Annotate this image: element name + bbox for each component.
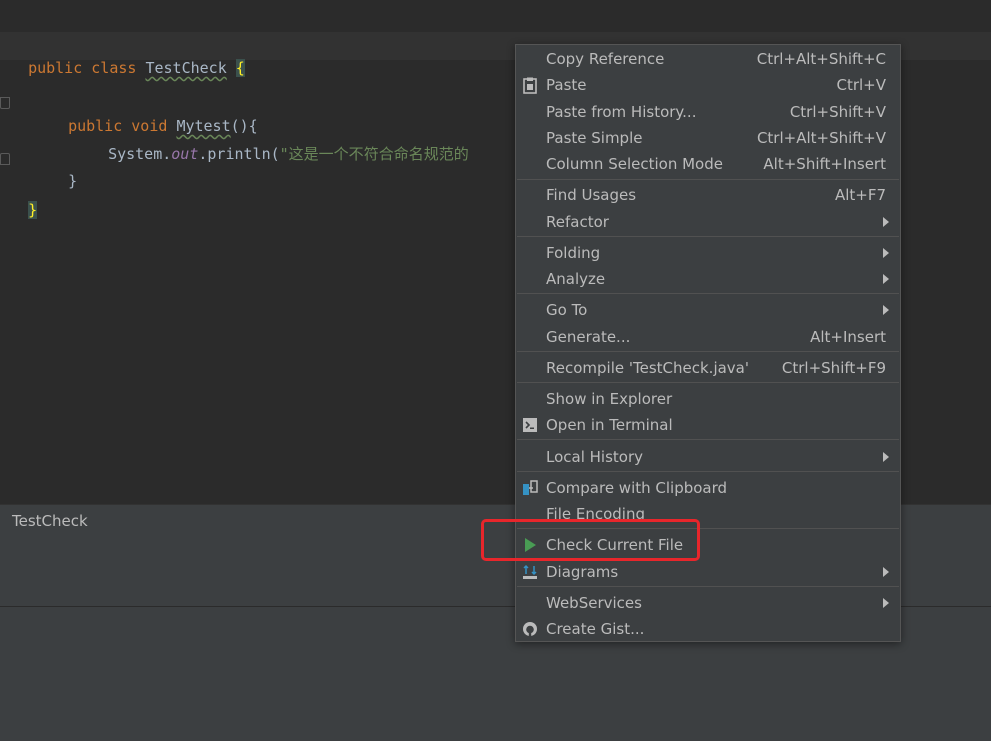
compare-icon [521, 479, 539, 497]
close-brace: } [68, 172, 78, 190]
menu-item-label: Paste from History... [546, 103, 697, 121]
menu-item-label: Local History [546, 448, 644, 466]
code-line-3[interactable]: System.out.println("这是一个不符合命名规范的 [90, 124, 469, 164]
submenu-arrow-icon [883, 452, 889, 462]
submenu-arrow-icon [883, 217, 889, 227]
menu-item-shortcut: Alt+Shift+Insert [763, 155, 886, 173]
editor-tab-bar [0, 0, 991, 32]
menu-item-shortcut: Ctrl+Shift+F9 [781, 359, 886, 377]
menu-item-analyze[interactable]: Analyze [516, 266, 900, 292]
menu-item-label: Generate... [546, 328, 631, 346]
menu-item-label: WebServices [546, 594, 642, 612]
menu-item-label: Analyze [546, 270, 606, 288]
menu-item-column-selection-mode[interactable]: Column Selection Mode Alt+Shift+Insert [516, 151, 900, 177]
menu-item-create-gist[interactable]: Create Gist... [516, 616, 900, 642]
menu-separator [517, 351, 899, 352]
menu-item-find-usages[interactable]: Find Usages Alt+F7 [516, 182, 900, 208]
menu-separator [517, 439, 899, 440]
menu-item-label: Create Gist... [546, 620, 645, 638]
menu-item-shortcut: Ctrl+Shift+V [789, 103, 886, 121]
system-token: System. [108, 145, 172, 163]
menu-item-recompile[interactable]: Recompile 'TestCheck.java' Ctrl+Shift+F9 [516, 355, 900, 381]
menu-item-diagrams[interactable]: Diagrams [516, 559, 900, 585]
menu-item-label: Paste [546, 76, 587, 94]
menu-item-folding[interactable]: Folding [516, 240, 900, 266]
menu-item-show-in-explorer[interactable]: Show in Explorer [516, 386, 900, 412]
code-line-5[interactable]: } [10, 180, 38, 220]
menu-item-paste[interactable]: Paste Ctrl+V [516, 72, 900, 98]
clipboard-icon [521, 76, 539, 94]
menu-separator [517, 382, 899, 383]
string-literal: "这是一个不符合命名规范的 [279, 145, 469, 163]
terminal-icon [521, 416, 539, 434]
menu-item-compare-with-clipboard[interactable]: Compare with Clipboard [516, 475, 900, 501]
menu-item-label: Copy Reference [546, 50, 665, 68]
menu-item-label: Folding [546, 244, 601, 262]
menu-item-generate[interactable]: Generate... Alt+Insert [516, 324, 900, 350]
println-token: .println( [198, 145, 280, 163]
menu-item-label: Find Usages [546, 186, 637, 204]
out-field: out [171, 145, 199, 163]
submenu-arrow-icon [883, 305, 889, 315]
code-line-1[interactable]: public class TestCheck { [10, 38, 245, 78]
menu-item-paste-from-history[interactable]: Paste from History... Ctrl+Shift+V [516, 99, 900, 125]
fold-marker-icon[interactable] [0, 97, 10, 109]
menu-item-label: Show in Explorer [546, 390, 673, 408]
menu-item-label: Open in Terminal [546, 416, 673, 434]
menu-item-shortcut: Ctrl+V [836, 76, 886, 94]
menu-item-go-to[interactable]: Go To [516, 297, 900, 323]
annotation-highlight-box [481, 519, 700, 561]
menu-item-paste-simple[interactable]: Paste Simple Ctrl+Alt+Shift+V [516, 125, 900, 151]
submenu-arrow-icon [883, 567, 889, 577]
menu-item-shortcut: Ctrl+Alt+Shift+V [756, 129, 886, 147]
menu-separator [517, 236, 899, 237]
menu-item-label: Go To [546, 301, 588, 319]
menu-item-shortcut: Ctrl+Alt+Shift+C [756, 50, 886, 68]
menu-item-open-in-terminal[interactable]: Open in Terminal [516, 412, 900, 438]
keyword-class: class [91, 59, 137, 77]
menu-item-label: Refactor [546, 213, 609, 231]
menu-item-local-history[interactable]: Local History [516, 444, 900, 470]
github-icon [521, 620, 539, 638]
menu-item-label: Paste Simple [546, 129, 643, 147]
menu-item-label: Diagrams [546, 563, 619, 581]
open-brace: { [235, 59, 245, 77]
menu-item-label: Compare with Clipboard [546, 479, 728, 497]
menu-item-shortcut: Alt+F7 [834, 186, 886, 204]
close-brace-highlight: } [28, 201, 38, 219]
menu-separator [517, 179, 899, 180]
menu-item-refactor[interactable]: Refactor [516, 209, 900, 235]
menu-item-shortcut: Alt+Insert [810, 328, 886, 346]
menu-separator [517, 293, 899, 294]
menu-item-copy-reference[interactable]: Copy Reference Ctrl+Alt+Shift+C [516, 46, 900, 72]
diagram-icon [521, 563, 539, 581]
menu-separator [517, 586, 899, 587]
class-name: TestCheck [145, 59, 227, 77]
fold-end-marker-icon[interactable] [0, 153, 10, 165]
menu-separator [517, 471, 899, 472]
code-line-4[interactable]: } [50, 151, 77, 191]
menu-item-label: Recompile 'TestCheck.java' [546, 359, 749, 377]
submenu-arrow-icon [883, 598, 889, 608]
menu-item-webservices[interactable]: WebServices [516, 590, 900, 616]
tool-window-title: TestCheck [12, 512, 88, 530]
submenu-arrow-icon [883, 248, 889, 258]
keyword-public: public [28, 59, 83, 77]
menu-item-label: Column Selection Mode [546, 155, 723, 173]
submenu-arrow-icon [883, 274, 889, 284]
